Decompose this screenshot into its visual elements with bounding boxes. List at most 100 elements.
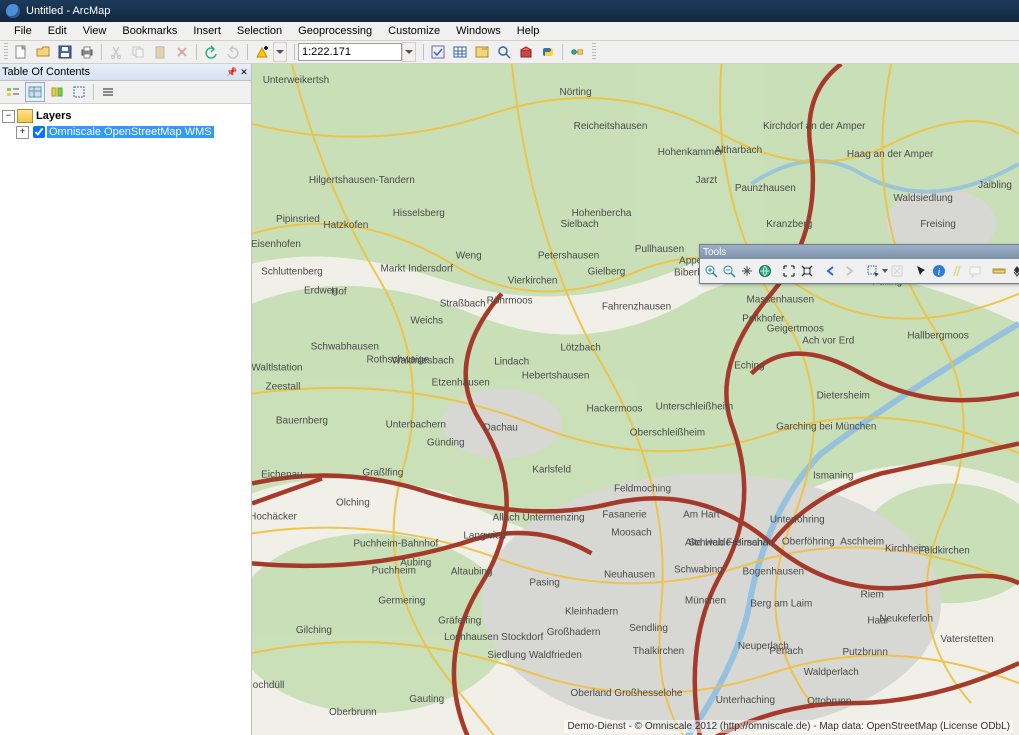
- map-label: Altaubing: [451, 566, 493, 577]
- hyperlink-icon[interactable]: [949, 261, 965, 281]
- toc-pin-icon[interactable]: 📌: [227, 67, 237, 77]
- map-label: Alte Heide-Hirschau: [685, 537, 774, 548]
- catalog-icon[interactable]: [472, 42, 492, 62]
- map-label: Unterweikertsh: [263, 75, 329, 86]
- copy-icon[interactable]: [128, 42, 148, 62]
- undo-icon[interactable]: [201, 42, 221, 62]
- map-label: Ach vor Erd: [802, 336, 854, 347]
- map-label: Günding: [427, 438, 465, 449]
- map-label: Garching bei München: [776, 422, 876, 433]
- map-label: Rothschwaige: [366, 355, 429, 366]
- toc-toolbar: [0, 81, 251, 104]
- map-label: Pelkhofer: [742, 314, 785, 325]
- scale-value: 1:222.171: [302, 46, 351, 58]
- map-label: Feldkirchen: [918, 545, 970, 556]
- select-dropdown-icon[interactable]: [882, 269, 888, 273]
- paste-icon[interactable]: [150, 42, 170, 62]
- menu-geoprocessing[interactable]: Geoprocessing: [290, 23, 380, 39]
- menu-help[interactable]: Help: [509, 23, 548, 39]
- menu-bookmarks[interactable]: Bookmarks: [114, 23, 185, 39]
- pan-icon[interactable]: [739, 261, 755, 281]
- clear-selection-icon[interactable]: [889, 261, 905, 281]
- arc-toolbox-icon[interactable]: [516, 42, 536, 62]
- map-label: Perlach: [769, 646, 803, 657]
- list-by-visibility-icon[interactable]: [47, 82, 67, 102]
- menu-customize[interactable]: Customize: [380, 23, 448, 39]
- new-icon[interactable]: [11, 42, 31, 62]
- fixed-zoom-in-icon[interactable]: [781, 261, 797, 281]
- scale-dropdown[interactable]: [402, 42, 416, 62]
- add-data-dropdown[interactable]: [273, 42, 287, 62]
- expander-plus-icon[interactable]: +: [16, 126, 29, 139]
- menu-selection[interactable]: Selection: [229, 23, 290, 39]
- zoom-in-icon[interactable]: [703, 261, 719, 281]
- map-label: Weichs: [411, 316, 444, 327]
- list-by-source-icon[interactable]: [25, 82, 45, 102]
- measure-icon[interactable]: [991, 261, 1007, 281]
- list-by-drawing-icon[interactable]: [3, 82, 23, 102]
- cut-icon[interactable]: [106, 42, 126, 62]
- map-label: Gauting: [409, 694, 444, 705]
- map-canvas[interactable]: ReisgangUnterweikertshNörtingReicheitsha…: [252, 64, 1019, 735]
- table-icon[interactable]: [450, 42, 470, 62]
- map-label: Bogenhausen: [743, 566, 805, 577]
- svg-text:i: i: [938, 267, 941, 278]
- select-features-icon[interactable]: [865, 261, 881, 281]
- model-builder-icon[interactable]: [567, 42, 587, 62]
- expander-minus-icon[interactable]: −: [2, 110, 15, 123]
- python-icon[interactable]: [538, 42, 558, 62]
- layers-root-row[interactable]: − Layers: [2, 108, 249, 124]
- tools-title-bar[interactable]: Tools ▾ ✕: [700, 245, 1019, 259]
- find-icon[interactable]: [1009, 261, 1019, 281]
- delete-icon[interactable]: [172, 42, 192, 62]
- toc-close-icon[interactable]: ✕: [239, 67, 249, 77]
- layer-row[interactable]: + Omniscale OpenStreetMap WMS: [2, 124, 249, 140]
- print-icon[interactable]: [77, 42, 97, 62]
- zoom-out-icon[interactable]: [721, 261, 737, 281]
- map-label: Kirchdorf an der Amper: [763, 121, 866, 132]
- open-icon[interactable]: [33, 42, 53, 62]
- map-label: Langwied: [463, 530, 506, 541]
- map-label: Moosach: [611, 527, 651, 538]
- toc-options-icon[interactable]: [98, 82, 118, 102]
- toolbar-grip-end[interactable]: [592, 43, 596, 61]
- editor-toolbar-icon[interactable]: [428, 42, 448, 62]
- identify-icon[interactable]: i: [931, 261, 947, 281]
- full-extent-icon[interactable]: [757, 261, 773, 281]
- map-label: Vierkirchen: [508, 276, 558, 287]
- map-view[interactable]: ReisgangUnterweikertshNörtingReicheitsha…: [252, 64, 1019, 735]
- search-icon[interactable]: [494, 42, 514, 62]
- map-label: Unterschleißheim: [656, 402, 734, 413]
- layer-name-selected[interactable]: Omniscale OpenStreetMap WMS: [47, 126, 214, 138]
- map-label: Straßbach: [440, 299, 486, 310]
- map-label: Karlsfeld: [532, 464, 571, 475]
- map-label: Bauernberg: [276, 416, 328, 427]
- toolbar-grip[interactable]: [4, 43, 8, 61]
- window-title: Untitled - ArcMap: [26, 5, 110, 17]
- html-popup-icon[interactable]: [967, 261, 983, 281]
- toc-tree[interactable]: − Layers + Omniscale OpenStreetMap WMS: [0, 104, 251, 735]
- map-label: Hilgertshausen-Tandern: [309, 175, 415, 186]
- map-label: Unterbachern: [386, 420, 446, 431]
- scale-input[interactable]: 1:222.171: [298, 43, 402, 61]
- fixed-zoom-out-icon[interactable]: [799, 261, 815, 281]
- menu-file[interactable]: File: [6, 23, 40, 39]
- menu-edit[interactable]: Edit: [40, 23, 75, 39]
- back-icon[interactable]: [823, 261, 839, 281]
- menu-insert[interactable]: Insert: [185, 23, 229, 39]
- tools-toolbar[interactable]: Tools ▾ ✕: [699, 244, 1019, 284]
- layer-visibility-checkbox[interactable]: [33, 126, 45, 138]
- add-data-icon[interactable]: [252, 42, 272, 62]
- map-label: Vaterstetten: [941, 634, 994, 645]
- map-label: Oberland Großhesselohe: [571, 688, 683, 699]
- select-elements-icon[interactable]: [913, 261, 929, 281]
- map-label: Oberföhring: [782, 536, 835, 547]
- redo-icon[interactable]: [223, 42, 243, 62]
- list-by-selection-icon[interactable]: [69, 82, 89, 102]
- menu-windows[interactable]: Windows: [448, 23, 509, 39]
- menu-view[interactable]: View: [75, 23, 115, 39]
- forward-icon[interactable]: [841, 261, 857, 281]
- map-label: Jarzt: [696, 175, 718, 186]
- save-icon[interactable]: [55, 42, 75, 62]
- standard-toolbar: 1:222.171: [0, 41, 1019, 64]
